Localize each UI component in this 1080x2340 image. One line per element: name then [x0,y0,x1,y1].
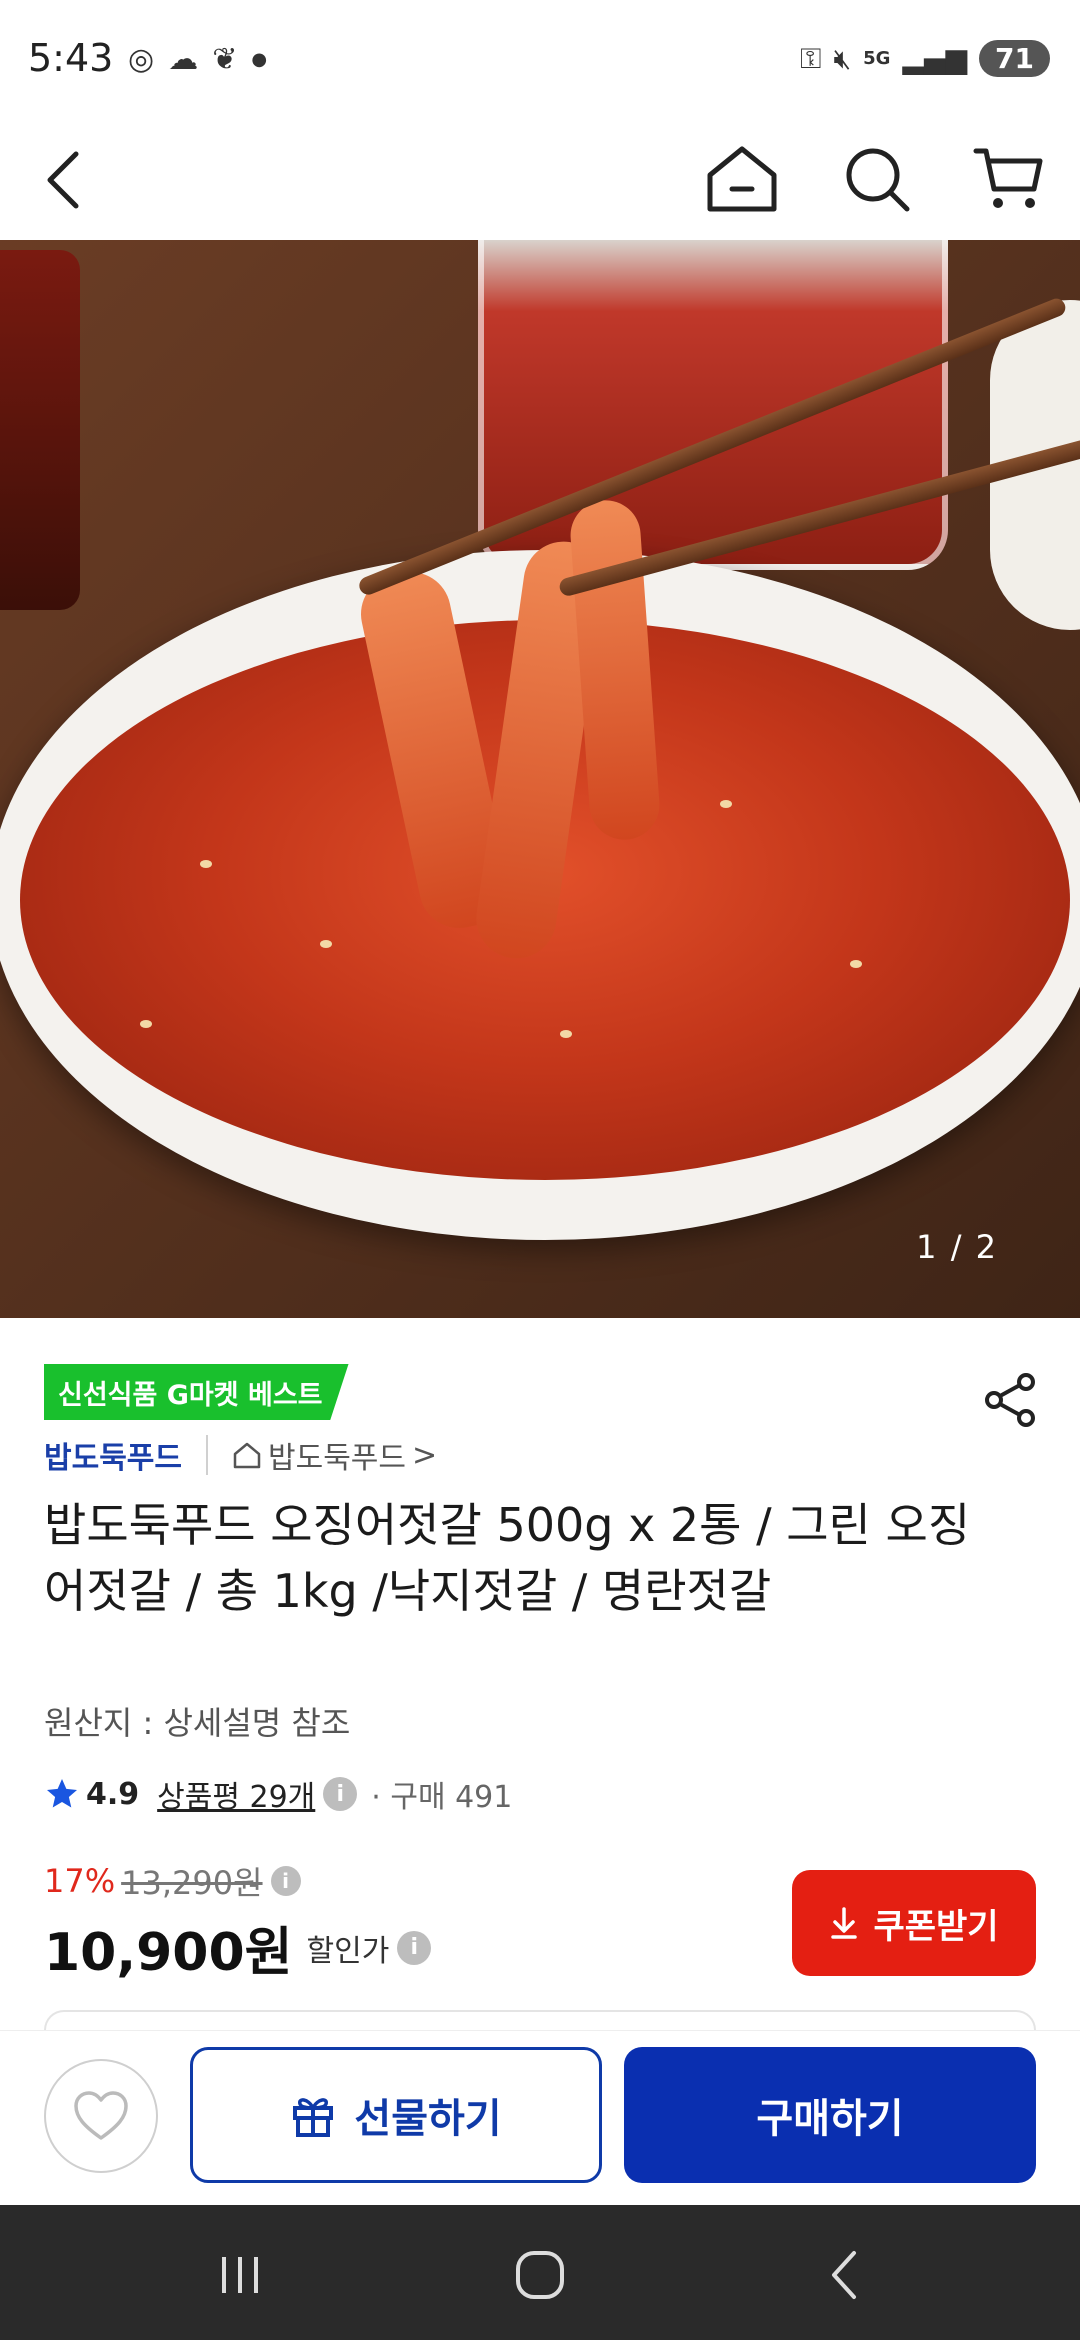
cloud-icon: ☁ [168,42,199,77]
gift-label: 선물하기 [354,2096,502,2142]
dot-icon: ● [251,49,268,70]
coupon-label: 쿠폰받기 [873,1906,999,1947]
status-bar: 5:43 ◎ ☁ ❦ ● ⚿ 🔇︎ 5G ▂▄▆ 71 [0,0,1080,120]
leaf-icon: ❦ [212,42,238,77]
share-button[interactable] [978,1368,1042,1432]
gift-button[interactable]: 선물하기 [190,2047,602,2183]
brand-row: 밥도둑푸드 밥도둑푸드 > [44,1430,437,1480]
star-icon [47,1779,77,1808]
signal-icon: ▂▄▆ [902,42,968,75]
price-block: 17% 13,290원 i 10,900원 할인가 i [44,1858,432,1985]
product-image[interactable]: 1 / 2 [0,240,1080,1318]
wishlist-button[interactable] [44,2059,158,2173]
cart-button[interactable] [968,140,1048,220]
sesame-seed [720,800,732,808]
gift-icon [293,2098,334,2137]
rating-row: 4.9 상품평 29개 i · 구매 491 [44,1772,512,1816]
buy-label: 구매하기 [756,2096,904,2142]
sesame-seed [200,860,212,868]
product-title: 밥도둑푸드 오징어젓갈 500g x 2통 / 그린 오징어젓갈 / 총 1kg… [44,1498,971,1618]
share-icon [985,1373,1035,1427]
system-back-icon [832,2251,856,2299]
recent-apps-icon [222,2257,258,2293]
coupon-button[interactable]: 쿠폰받기 [792,1870,1036,1976]
rating-score: 4.9 [86,1776,140,1812]
key-icon: ⚿ [800,41,822,75]
store-link[interactable]: 밥도둑푸드 > [232,1433,437,1477]
sesame-seed [560,1030,572,1038]
purchase-count: · 구매 491 [371,1780,513,1815]
info-icon[interactable]: i [323,1777,358,1811]
heart-icon [74,2091,128,2140]
store-name: 밥도둑푸드 [268,1441,406,1476]
price-row: 10,900원 할인가 i [44,1910,432,1985]
cart-icon [973,148,1043,208]
brand-divider [206,1435,208,1475]
system-home-button[interactable] [500,2235,580,2315]
sesame-seed [320,940,332,948]
sale-info-icon[interactable]: i [397,1930,432,1965]
home-button[interactable] [702,140,782,220]
price-info-icon[interactable]: i [270,1866,301,1896]
chevron-right-icon: > [412,1437,438,1473]
brand-link[interactable]: 밥도둑푸드 [44,1433,182,1477]
chrome-icon: ◎ [128,42,155,77]
discount-rate: 17% [44,1862,116,1900]
search-icon [846,148,910,212]
5g-icon: 5G [863,48,891,69]
system-home-icon [516,2251,564,2299]
back-arrow-icon [47,151,79,209]
sesame-seed [140,1020,152,1028]
best-badge: 신선식품 G마켓 베스트 [44,1364,349,1420]
store-home-icon [233,1442,261,1469]
system-status-icons: ⚿ 🔇︎ 5G ▂▄▆ 71 [800,40,1050,77]
back-button[interactable] [24,140,104,220]
review-count-link[interactable]: 상품평 29개 [157,1772,315,1816]
notification-icons: ◎ ☁ ❦ ● [128,42,267,77]
mute-icon: 🔇︎ [833,41,852,75]
top-navigation [0,120,1080,240]
image-page-indicator: 1 / 2 [916,1228,998,1266]
recent-apps-button[interactable] [200,2235,280,2315]
sesame-seed [850,960,862,968]
search-button[interactable] [838,140,918,220]
bottom-action-bar: 선물하기 구매하기 [0,2030,1080,2205]
battery-indicator: 71 [979,40,1050,77]
home-icon [707,146,777,212]
system-back-button[interactable] [804,2235,884,2315]
sale-price: 10,900원 [44,1923,293,1983]
buy-button[interactable]: 구매하기 [624,2047,1036,2183]
sale-price-label: 할인가 [306,1933,390,1969]
jar-left [0,250,80,610]
download-icon [831,1907,858,1939]
system-navigation-bar [0,2205,1080,2340]
original-price: 13,290원 [121,1864,263,1902]
status-time: 5:43 [28,36,114,80]
discount-row: 17% 13,290원 i [44,1858,431,1904]
product-origin: 원산지 : 상세설명 참조 [44,1704,351,1742]
